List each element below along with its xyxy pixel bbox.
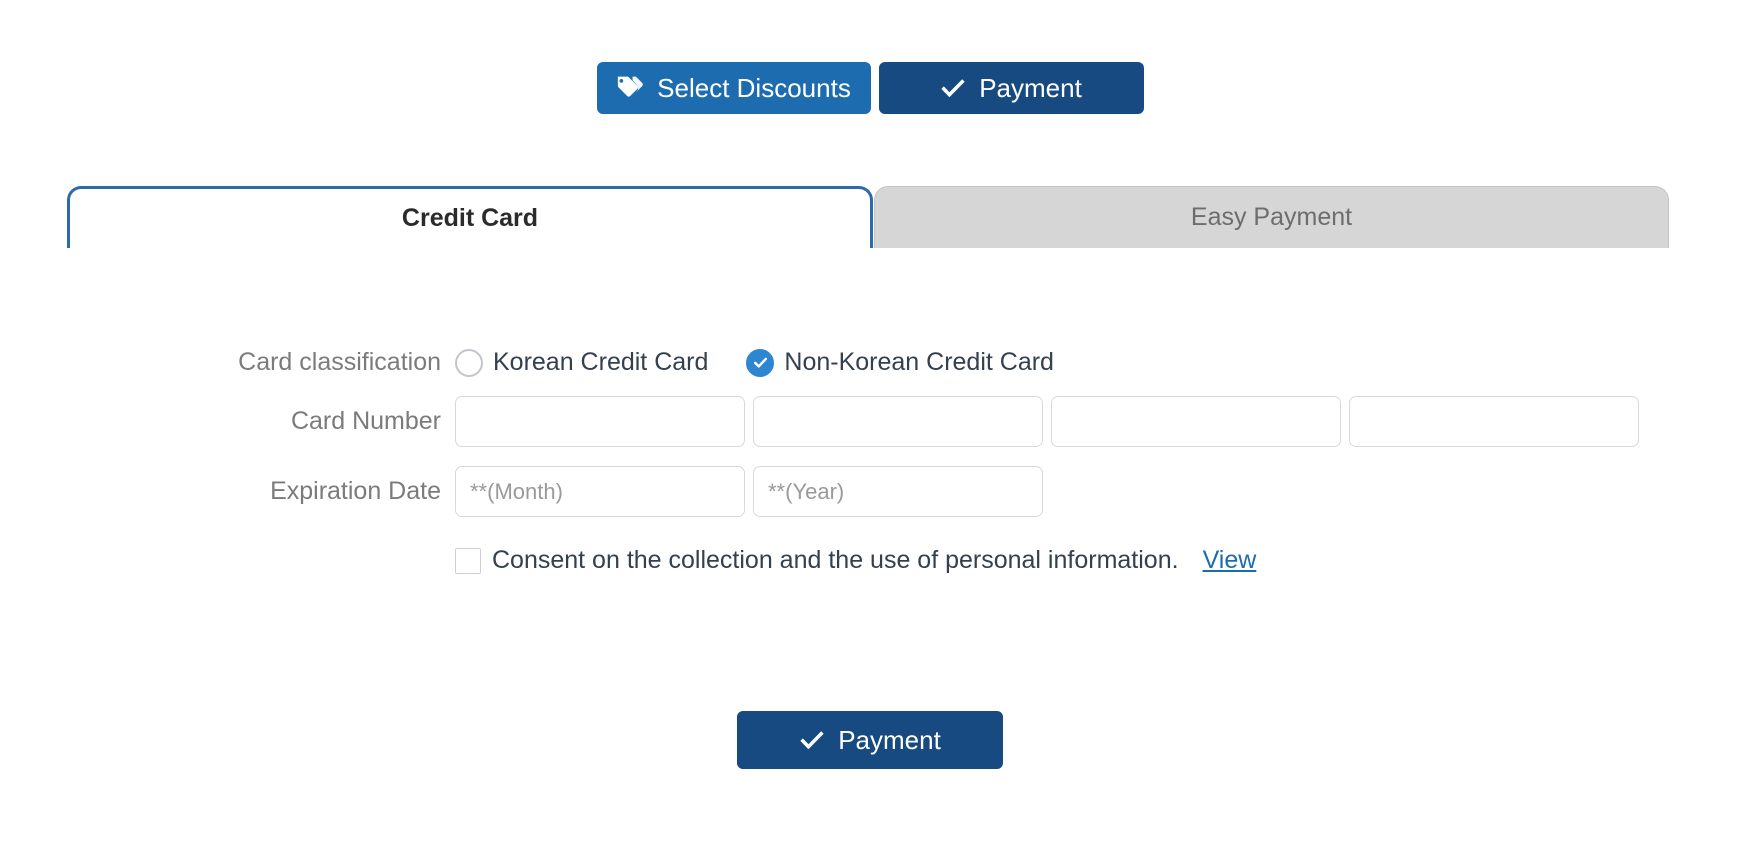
card-number-input-4[interactable] (1349, 396, 1639, 447)
check-icon (799, 727, 825, 753)
card-number-input-2[interactable] (753, 396, 1043, 447)
payment-label-top: Payment (979, 73, 1082, 103)
payment-label-bottom: Payment (838, 725, 941, 755)
card-number-row: Card Number (0, 396, 1752, 447)
card-classification-label: Card classification (238, 348, 441, 376)
expiration-date-fields (455, 466, 1051, 517)
card-number-fields (455, 396, 1647, 447)
expiration-year-input[interactable] (753, 466, 1043, 517)
consent-text: Consent on the collection and the use of… (492, 546, 1179, 574)
credit-card-form: Card classification Korean Credit Card N… (0, 348, 1752, 575)
top-action-bar: Select Discounts Payment (0, 62, 1740, 114)
radio-checked-icon[interactable] (746, 348, 775, 377)
radio-non-korean-credit-card-label: Non-Korean Credit Card (784, 348, 1054, 376)
card-classification-row: Card classification Korean Credit Card N… (0, 348, 1752, 377)
radio-non-korean-credit-card[interactable]: Non-Korean Credit Card (746, 348, 1054, 377)
select-discounts-button[interactable]: Select Discounts (596, 62, 871, 114)
radio-korean-credit-card[interactable]: Korean Credit Card (455, 348, 708, 377)
card-number-input-3[interactable] (1051, 396, 1341, 447)
expiration-date-label: Expiration Date (270, 477, 441, 505)
tab-easy-payment[interactable]: Easy Payment (874, 186, 1669, 248)
consent-checkbox[interactable] (455, 547, 481, 574)
radio-unchecked-icon[interactable] (455, 348, 483, 377)
radio-korean-credit-card-label: Korean Credit Card (493, 348, 709, 376)
tags-icon (616, 74, 644, 102)
card-classification-options: Korean Credit Card Non-Korean Credit Car… (455, 348, 1092, 377)
consent-view-link[interactable]: View (1203, 546, 1257, 575)
consent-row: Consent on the collection and the use of… (0, 546, 1752, 575)
payment-method-tabs: Credit Card Easy Payment (0, 186, 1752, 248)
tab-credit-card[interactable]: Credit Card (67, 186, 873, 248)
bottom-action-bar: Payment (0, 711, 1740, 769)
select-discounts-label: Select Discounts (657, 73, 851, 103)
tab-credit-card-label: Credit Card (401, 204, 539, 232)
payment-button-bottom[interactable]: Payment (737, 711, 1003, 769)
tab-easy-payment-label: Easy Payment (1190, 203, 1353, 231)
expiration-date-row: Expiration Date (0, 466, 1752, 517)
card-number-label: Card Number (290, 407, 441, 435)
expiration-month-input[interactable] (455, 466, 745, 517)
card-number-input-1[interactable] (455, 396, 745, 447)
check-icon (940, 75, 966, 101)
payment-button-top[interactable]: Payment (878, 62, 1144, 114)
